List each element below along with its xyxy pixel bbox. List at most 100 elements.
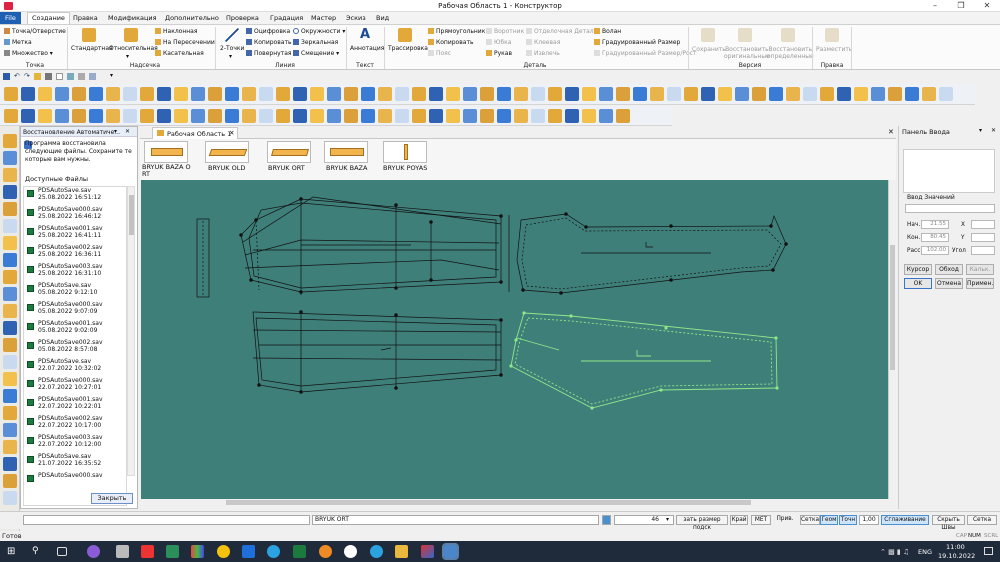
file-list-item[interactable]: PDSAutoSave000.sav 22.07.2022 10:27:01	[24, 377, 126, 396]
distance-input[interactable]: 102.00	[921, 246, 949, 255]
tool-icon[interactable]	[718, 87, 732, 101]
tool-icon[interactable]	[3, 372, 17, 386]
tool-icon[interactable]	[667, 87, 681, 101]
tool-icon[interactable]	[905, 87, 919, 101]
tool-icon[interactable]	[412, 87, 426, 101]
grid-toggle[interactable]: Сетка	[800, 515, 820, 525]
tab-rabochaya-oblast[interactable]: Рабочая Область 1 ✕	[152, 127, 238, 139]
graduated-size-height-button[interactable]: Градуированный Размер/Рост	[594, 50, 696, 57]
grid-toggle-2[interactable]: Сетка	[967, 515, 997, 525]
tool-icon[interactable]	[3, 423, 17, 437]
tool-icon[interactable]	[701, 87, 715, 101]
menu-proverka[interactable]: Проверка	[226, 14, 259, 22]
file-list-item[interactable]: PDSAutoSave000.sav 25.08.2022 16:46:12	[24, 206, 126, 225]
menu-eskiz[interactable]: Эскиз	[346, 14, 366, 22]
file-list-item[interactable]: PDSAutoSave.sav 22.07.2022 10:32:02	[24, 358, 126, 377]
graduated-size-button[interactable]: Градуированный Размер	[594, 39, 680, 46]
otnositelnaya-button[interactable]: Относительная	[109, 45, 158, 52]
tool-icon[interactable]	[140, 109, 154, 123]
canvas-vertical-scrollbar[interactable]	[888, 180, 896, 499]
tool-icon[interactable]	[3, 304, 17, 318]
maximize-button[interactable]: ❐	[948, 0, 974, 12]
tool-icon[interactable]	[514, 87, 528, 101]
file-list-scrollbar[interactable]	[127, 186, 135, 476]
tool-icon[interactable]	[786, 87, 800, 101]
file-list-item[interactable]: PDSAutoSave001.sav 25.08.2022 16:41:11	[24, 225, 126, 244]
tool-icon[interactable]	[395, 87, 409, 101]
tool-icon[interactable]	[922, 87, 936, 101]
tool-icon[interactable]	[191, 109, 205, 123]
menu-master[interactable]: Мастер	[311, 14, 336, 22]
piece-thumb-bryuk-baza[interactable]	[324, 141, 368, 163]
tool-icon[interactable]	[565, 87, 579, 101]
calc-button[interactable]: Кальк.	[966, 264, 994, 275]
tool-icon[interactable]	[242, 87, 256, 101]
file-list-item[interactable]: PDSAutoSave003.sav 22.07.2022 10:12:00	[24, 434, 126, 453]
x-input[interactable]	[971, 220, 995, 229]
tool-icon[interactable]	[820, 87, 834, 101]
hide-seams-toggle[interactable]: Скрыть Швы	[932, 515, 965, 531]
show-size-hint-button[interactable]: зать размер подск	[676, 515, 728, 531]
y-input[interactable]	[971, 233, 995, 242]
tool-icon[interactable]	[684, 87, 698, 101]
tool-icon[interactable]	[480, 109, 494, 123]
kopirovat-line-button[interactable]: Копировать	[246, 39, 291, 46]
tool-icon[interactable]	[837, 87, 851, 101]
pin-icon[interactable]: ▾	[114, 128, 117, 135]
tool-icon[interactable]	[208, 87, 222, 101]
refresh-icon[interactable]	[67, 73, 74, 80]
app-icon-purple[interactable]	[87, 545, 100, 558]
tool-icon[interactable]	[769, 87, 783, 101]
tool-icon[interactable]	[531, 87, 545, 101]
close-icon[interactable]: ✕	[125, 128, 130, 135]
tool-icon[interactable]	[123, 109, 137, 123]
tool-icon[interactable]	[3, 253, 17, 267]
tool-icon[interactable]	[548, 109, 562, 123]
constructor-app-icon[interactable]	[442, 543, 459, 560]
tool-icon[interactable]	[225, 109, 239, 123]
zerkalnaya-button[interactable]: Зеркальная	[293, 39, 338, 46]
scroll-thumb[interactable]	[129, 195, 134, 235]
menu-file[interactable]: File	[0, 12, 21, 24]
tool-icon[interactable]	[38, 87, 52, 101]
telegram-icon[interactable]	[267, 545, 280, 558]
file-list-item[interactable]: PDSAutoSave001.sav 05.08.2022 9:02:09	[24, 320, 126, 339]
tool-icon[interactable]	[72, 109, 86, 123]
izvlech-button[interactable]: Извлечь	[526, 50, 560, 57]
selected-trouser-piece[interactable]	[510, 312, 778, 409]
rukav-button[interactable]: Рукав	[486, 50, 512, 57]
tool-icon[interactable]	[803, 87, 817, 101]
excel-icon[interactable]	[293, 545, 306, 558]
tool-icon[interactable]	[21, 87, 35, 101]
razmestit-button[interactable]: Разместить	[816, 46, 852, 53]
edge-button[interactable]: Край	[730, 515, 748, 525]
canvas-horizontal-scrollbar[interactable]	[141, 499, 888, 507]
tool-icon[interactable]	[3, 134, 17, 148]
kasatelnaya-button[interactable]: Касательная	[155, 50, 204, 57]
tool-icon[interactable]	[4, 87, 18, 101]
smeshchenie-button[interactable]: Смещение ▾	[293, 50, 339, 57]
file-list-item[interactable]: PDSAutoSave003.sav 25.08.2022 16:31:10	[24, 263, 126, 282]
menu-pravka[interactable]: Правка	[73, 14, 98, 22]
tool-icon[interactable]	[480, 87, 494, 101]
tool-icon[interactable]	[3, 185, 17, 199]
folder-icon[interactable]	[395, 545, 408, 558]
values-input[interactable]	[905, 204, 995, 213]
app-icon-blue[interactable]	[242, 545, 255, 558]
task-view-icon[interactable]	[57, 547, 67, 556]
number-field[interactable]: 46	[614, 515, 674, 525]
precision-toggle[interactable]: Точн	[839, 515, 857, 525]
start-input[interactable]: 21.55	[921, 220, 949, 229]
settings-icon[interactable]	[78, 73, 85, 80]
tool-icon[interactable]	[735, 87, 749, 101]
trassirovka-button[interactable]: Трассировка	[388, 45, 428, 52]
tool-icon[interactable]	[3, 406, 17, 420]
tool-icon[interactable]	[344, 109, 358, 123]
tool-icon[interactable]	[3, 440, 17, 454]
tool-icon[interactable]	[3, 491, 17, 505]
annotatsiya-button[interactable]: Аннотация	[350, 45, 384, 52]
tool-icon[interactable]	[3, 355, 17, 369]
restore-original-button[interactable]: Восстановить оригинальные	[724, 46, 770, 60]
close-workspace-icon[interactable]: ✕	[888, 128, 894, 136]
tool-icon[interactable]	[599, 109, 613, 123]
